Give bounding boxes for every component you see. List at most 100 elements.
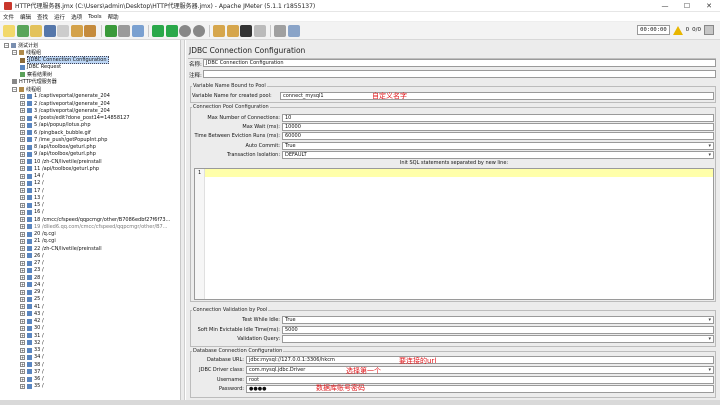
expand-toggle-icon[interactable]: + — [20, 173, 25, 179]
tree-node[interactable]: +10 /zh-CN/livetile/preinstall — [20, 158, 102, 165]
menu-options[interactable]: 选项 — [71, 13, 82, 21]
comment-field[interactable] — [203, 70, 716, 78]
menu-file[interactable]: 文件 — [3, 13, 14, 21]
tree-node[interactable]: +27 / — [20, 260, 44, 267]
expand-toggle-icon[interactable]: + — [20, 151, 25, 157]
collapse-toggle-icon[interactable]: − — [4, 43, 9, 49]
tree-node[interactable]: +15 / — [20, 202, 44, 209]
name-field[interactable]: JDBC Connection Configuration — [203, 59, 716, 67]
db-select[interactable]: com.mysql.jdbc.Driver ▾ — [246, 365, 714, 374]
expand-toggle-icon[interactable]: + — [20, 108, 25, 114]
function-helper-icon[interactable] — [274, 24, 286, 37]
shutdown-icon[interactable] — [192, 24, 205, 37]
new-icon[interactable] — [3, 24, 15, 37]
menu-run[interactable]: 运行 — [54, 13, 65, 21]
expand-toggle-icon[interactable]: + — [20, 383, 25, 389]
expand-toggle-icon[interactable]: + — [20, 101, 25, 107]
expand-toggle-icon[interactable]: + — [20, 267, 25, 273]
validation-select[interactable]: True ▾ — [282, 316, 714, 324]
validation-field[interactable]: 5000 — [282, 325, 714, 334]
validation-select[interactable]: ▾ — [282, 335, 714, 343]
tree-node[interactable]: 察看结果树 — [20, 71, 52, 78]
expand-toggle-icon[interactable]: + — [20, 275, 25, 281]
menu-search[interactable]: 查找 — [37, 13, 48, 21]
templates-icon[interactable] — [16, 24, 29, 37]
collapse-icon[interactable] — [118, 24, 130, 37]
minimize-button[interactable]: — — [654, 0, 676, 12]
expand-toggle-icon[interactable]: + — [20, 122, 25, 128]
expand-toggle-icon[interactable]: + — [20, 209, 25, 215]
expand-toggle-icon[interactable]: + — [20, 130, 25, 136]
expand-toggle-icon[interactable]: + — [20, 325, 25, 331]
menu-edit[interactable]: 编辑 — [20, 13, 31, 21]
expand-toggle-icon[interactable]: + — [20, 93, 25, 99]
tree-node[interactable]: +1 /captiveportal/generate_204 — [20, 93, 110, 100]
expand-icon[interactable] — [104, 24, 117, 37]
expand-toggle-icon[interactable]: + — [20, 260, 25, 266]
tree-node[interactable]: +9 /api/toolbox/geturl.php — [20, 151, 96, 158]
tree-node[interactable]: +42 / — [20, 318, 44, 325]
expand-toggle-icon[interactable]: + — [20, 318, 25, 324]
menu-help[interactable]: 帮助 — [108, 13, 119, 21]
tree-node[interactable]: +3 /captiveportal/generate_204 — [20, 107, 110, 114]
expand-toggle-icon[interactable]: + — [20, 115, 25, 121]
tree-node[interactable]: +30 / — [20, 325, 44, 332]
tree-node[interactable]: +33 / — [20, 347, 44, 354]
chevron-down-icon[interactable]: ▾ — [708, 143, 711, 149]
expand-toggle-icon[interactable]: + — [20, 231, 25, 237]
expand-toggle-icon[interactable]: + — [20, 253, 25, 259]
tree-node[interactable]: +38 / — [20, 361, 44, 368]
tree-node[interactable]: +17 / — [20, 187, 44, 194]
expand-toggle-icon[interactable]: + — [20, 304, 25, 310]
start-icon[interactable] — [152, 24, 164, 37]
chevron-down-icon[interactable]: ▾ — [708, 317, 711, 323]
tree-node[interactable]: +14 / — [20, 173, 44, 180]
expand-toggle-icon[interactable]: + — [20, 180, 25, 186]
expand-toggle-icon[interactable]: + — [20, 217, 25, 223]
start-no-pause-icon[interactable] — [165, 24, 178, 37]
tree-node[interactable]: +6 /pingback_bubble.gif — [20, 129, 91, 136]
expand-toggle-icon[interactable]: + — [20, 202, 25, 208]
db-field[interactable]: jdbc:mysql://127.0.0.1:3306/hkcm — [246, 356, 714, 364]
tree-node[interactable]: +32 / — [20, 339, 44, 346]
tree-node[interactable]: − 测试计划 — [4, 42, 38, 49]
chevron-down-icon[interactable]: ▾ — [708, 367, 711, 373]
tree-node[interactable]: +24 / — [20, 281, 44, 288]
expand-toggle-icon[interactable]: + — [20, 224, 25, 230]
tree-node[interactable]: +12 / — [20, 180, 44, 187]
tree-node[interactable]: +34 / — [20, 354, 44, 361]
tree-node[interactable]: +19 /dlied6.qq.com/cmcc/cfspeed/qqpcmgr/… — [20, 223, 167, 230]
search-icon[interactable] — [240, 24, 252, 37]
open-icon[interactable] — [30, 24, 42, 37]
toggle-icon[interactable] — [131, 24, 144, 37]
variable-name-field[interactable]: connect_mysql1 — [280, 92, 714, 100]
copy-icon[interactable] — [70, 24, 83, 37]
save-icon[interactable] — [43, 24, 56, 37]
help-icon[interactable] — [287, 24, 300, 37]
pool-select[interactable]: DEFAULT ▾ — [282, 150, 714, 159]
tree-node[interactable]: +20 /q.cgi — [20, 231, 56, 238]
pane-splitter[interactable] — [181, 40, 185, 400]
tree-node[interactable]: +37 / — [20, 368, 44, 375]
clear-icon[interactable] — [213, 24, 225, 37]
menu-tools[interactable]: Tools — [88, 14, 102, 20]
tree-node[interactable]: +41 / — [20, 303, 44, 310]
expand-toggle-icon[interactable]: + — [20, 362, 25, 368]
tree-node[interactable]: +2 /captiveportal/generate_204 — [20, 100, 110, 107]
expand-toggle-icon[interactable]: + — [20, 195, 25, 201]
pool-field[interactable]: 10000 — [282, 123, 714, 132]
expand-toggle-icon[interactable]: + — [20, 296, 25, 302]
tree-node[interactable]: +21 /q.cgi — [20, 238, 56, 245]
expand-toggle-icon[interactable]: + — [20, 282, 25, 288]
tree-node[interactable]: +35 / — [20, 383, 44, 390]
pool-field[interactable]: 10 — [282, 114, 714, 122]
expand-toggle-icon[interactable]: + — [20, 246, 25, 252]
chevron-down-icon[interactable]: ▾ — [708, 336, 711, 342]
clear-all-icon[interactable] — [226, 24, 239, 37]
expand-toggle-icon[interactable]: + — [20, 166, 25, 172]
stop-icon[interactable] — [179, 24, 191, 37]
tree-node[interactable]: +11 /api/toolbox/geturl.php — [20, 165, 99, 172]
expand-toggle-icon[interactable]: + — [20, 333, 25, 339]
expand-toggle-icon[interactable]: + — [20, 376, 25, 382]
collapse-toggle-icon[interactable]: − — [12, 50, 17, 56]
